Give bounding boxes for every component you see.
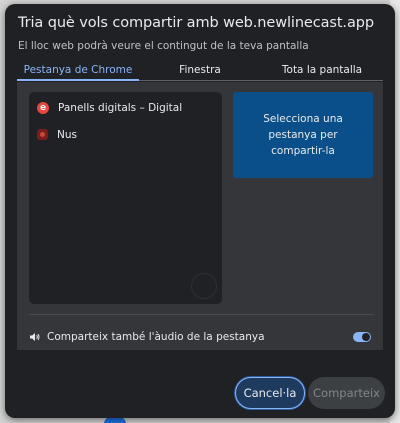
e-favicon-icon: e bbox=[37, 101, 49, 114]
share-audio-toggle[interactable] bbox=[353, 332, 371, 342]
divider bbox=[29, 314, 373, 315]
dialog-title: Tria què vols compartir amb web.newlinec… bbox=[18, 15, 374, 31]
tab-window[interactable]: Finestra bbox=[139, 61, 261, 80]
share-audio-label: Comparteix també l'àudio de la pestanya bbox=[47, 331, 265, 343]
list-item-title: Panells digitals – Digital bbox=[58, 101, 183, 114]
share-audio-row: Comparteix també l'àudio de la pestanya bbox=[29, 321, 373, 353]
content-panel: e Panells digitals – Digital Nus Selecci… bbox=[17, 82, 383, 350]
screen-share-dialog: Tria què vols compartir amb web.newlinec… bbox=[5, 4, 395, 418]
share-button[interactable]: Comparteix bbox=[308, 377, 385, 409]
tab-chrome-tab[interactable]: Pestanya de Chrome bbox=[17, 61, 139, 81]
source-tabs: Pestanya de Chrome Finestra Tota la pant… bbox=[17, 61, 383, 81]
toggle-knob bbox=[362, 333, 370, 341]
list-item-title: Nus bbox=[57, 128, 77, 141]
list-item[interactable]: Nus bbox=[29, 121, 222, 148]
list-item[interactable]: e Panells digitals – Digital bbox=[29, 94, 222, 121]
nus-favicon-icon bbox=[37, 129, 48, 140]
decorative-ring bbox=[191, 273, 217, 299]
preview-placeholder-text: Selecciona una pestanya per compartir-la bbox=[263, 113, 343, 157]
dialog-subtitle: El lloc web podrà veure el contingut de … bbox=[18, 40, 309, 52]
browser-tab-list: e Panells digitals – Digital Nus bbox=[29, 92, 222, 304]
cancel-button[interactable]: Cancel·la bbox=[235, 377, 305, 409]
speaker-icon bbox=[30, 333, 40, 341]
preview-pane: Selecciona una pestanya per compartir-la bbox=[233, 92, 373, 178]
tab-entire-screen[interactable]: Tota la pantalla bbox=[261, 61, 383, 80]
